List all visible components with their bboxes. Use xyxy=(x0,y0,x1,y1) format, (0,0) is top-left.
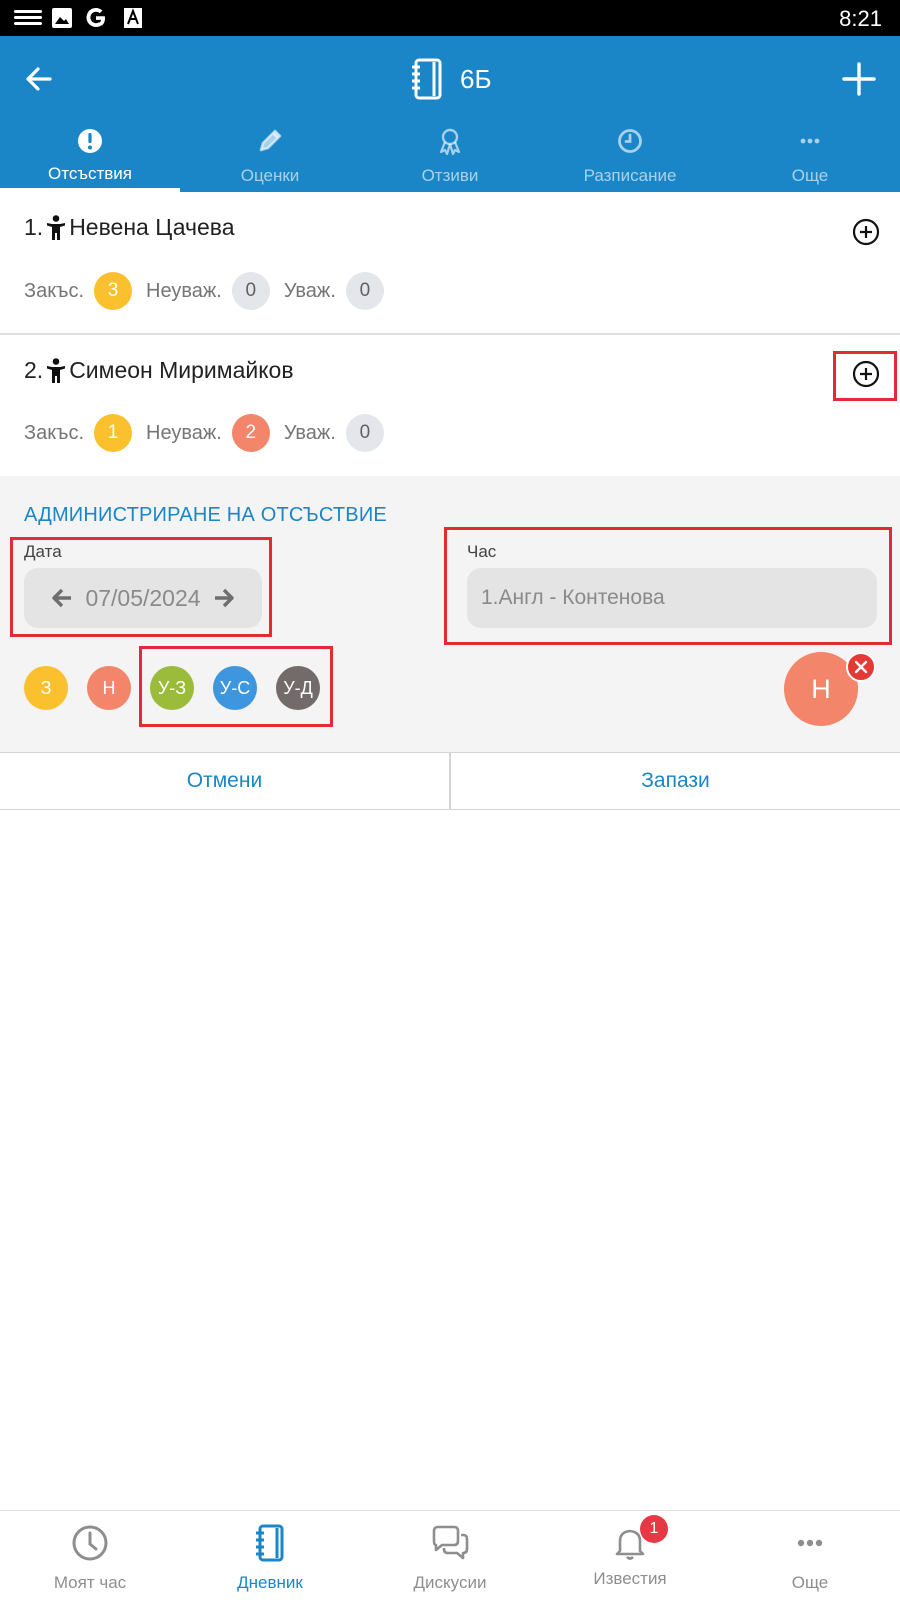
admin-title: АДМИНИСТРИРАНЕ НА ОТСЪСТВИЕ xyxy=(24,504,387,526)
page-title: 6Б xyxy=(460,63,492,94)
remove-selected-button[interactable] xyxy=(846,652,876,682)
nav-label: Дневник xyxy=(237,1573,303,1592)
bottom-nav: Моят час Дневник Дискусии 1 Известия Още xyxy=(0,1510,900,1600)
nav-label: Известия xyxy=(593,1569,667,1588)
clock-icon xyxy=(72,1525,108,1561)
nav-more[interactable]: Още xyxy=(720,1511,900,1600)
student-row: 2. Симеон Миримайков Закъс. 1 Неуваж. 2 … xyxy=(0,335,900,476)
excused-label: Уваж. xyxy=(283,421,336,444)
unexcused-count-badge: 0 xyxy=(231,272,270,310)
google-icon xyxy=(86,8,105,27)
menu-lines-icon xyxy=(14,10,42,25)
tab-label: Отсъствия xyxy=(48,164,132,183)
nav-label: Още xyxy=(791,1573,829,1592)
person-icon xyxy=(47,357,66,383)
student-number: 1. xyxy=(24,214,44,240)
nav-notifications[interactable]: 1 Известия xyxy=(540,1511,720,1600)
nav-my-lesson[interactable]: Моят час xyxy=(0,1511,180,1600)
late-label: Закъс. xyxy=(24,421,85,444)
award-icon xyxy=(439,128,461,156)
chat-bubbles-icon xyxy=(432,1525,469,1560)
nav-diary[interactable]: Дневник xyxy=(180,1511,360,1600)
excused-count-badge: 0 xyxy=(345,272,384,310)
status-time: 8:21 xyxy=(839,6,882,31)
tab-absences[interactable]: Отсъствия xyxy=(0,124,180,192)
action-bar: Отмени Запази xyxy=(0,752,900,810)
type-late-button[interactable]: З xyxy=(24,666,68,710)
plus-icon[interactable] xyxy=(840,60,878,98)
unexcused-label: Неуваж. xyxy=(146,279,222,302)
person-icon xyxy=(47,214,66,240)
tab-label: Още xyxy=(791,166,829,185)
tab-bar: Отсъствия Оценки Отзиви Разписание Още xyxy=(0,124,900,192)
pencil-icon xyxy=(259,129,282,152)
late-count-badge: 3 xyxy=(94,272,133,310)
student-name-row: 2. Симеон Миримайков xyxy=(24,357,294,384)
absence-counts: Закъс. 3 Неуваж. 0 Уваж. 0 xyxy=(24,272,398,310)
nav-discussions[interactable]: Дискусии xyxy=(360,1511,540,1600)
cancel-button[interactable]: Отмени xyxy=(0,753,449,809)
close-icon xyxy=(854,660,868,674)
nav-label: Моят час xyxy=(53,1573,127,1592)
student-name: Невена Цачева xyxy=(69,214,235,240)
exclamation-circle-icon xyxy=(78,129,102,153)
unexcused-count-badge: 2 xyxy=(231,414,270,452)
notebook-icon xyxy=(412,58,442,100)
student-row: 1. Невена Цачева Закъс. 3 Неуваж. 0 Уваж… xyxy=(0,192,900,334)
unexcused-label: Неуваж. xyxy=(146,421,222,444)
late-label: Закъс. xyxy=(24,279,85,302)
tab-more[interactable]: Още xyxy=(720,124,900,192)
student-name-row: 1. Невена Цачева xyxy=(24,214,235,241)
class-title: 6Б xyxy=(410,56,492,102)
add-absence-button[interactable] xyxy=(852,218,880,246)
save-button[interactable]: Запази xyxy=(449,753,900,809)
notebook-icon xyxy=(256,1524,284,1562)
excused-label: Уваж. xyxy=(283,279,336,302)
absence-counts: Закъс. 1 Неуваж. 2 Уваж. 0 xyxy=(24,414,398,452)
tab-schedule[interactable]: Разписание xyxy=(540,124,720,192)
tab-feedback[interactable]: Отзиви xyxy=(360,124,540,192)
more-dots-icon xyxy=(800,138,820,144)
highlight-frame xyxy=(833,351,897,401)
notification-count-badge: 1 xyxy=(640,1515,668,1543)
highlight-frame xyxy=(10,537,272,637)
status-bar: 8:21 xyxy=(0,0,900,36)
tab-label: Оценки xyxy=(240,166,300,185)
excused-count-badge: 0 xyxy=(345,414,384,452)
more-dots-icon xyxy=(797,1539,823,1547)
student-number: 2. xyxy=(24,357,44,383)
font-icon xyxy=(124,8,142,28)
app-bar: 6Б Отсъствия Оценки Отзиви Разписание Ощ… xyxy=(0,36,900,192)
tab-label: Разписание xyxy=(583,166,677,185)
highlight-frame xyxy=(139,646,333,727)
arrow-left-icon[interactable] xyxy=(22,62,56,96)
highlight-frame xyxy=(444,527,892,645)
late-count-badge: 1 xyxy=(94,414,133,452)
student-name: Симеон Миримайков xyxy=(69,357,294,383)
type-unexcused-button[interactable]: Н xyxy=(87,666,131,710)
nav-label: Дискусии xyxy=(413,1573,487,1592)
image-icon xyxy=(52,8,72,28)
tab-label: Отзиви xyxy=(421,166,479,185)
clock-icon xyxy=(618,129,642,153)
tab-grades[interactable]: Оценки xyxy=(180,124,360,192)
